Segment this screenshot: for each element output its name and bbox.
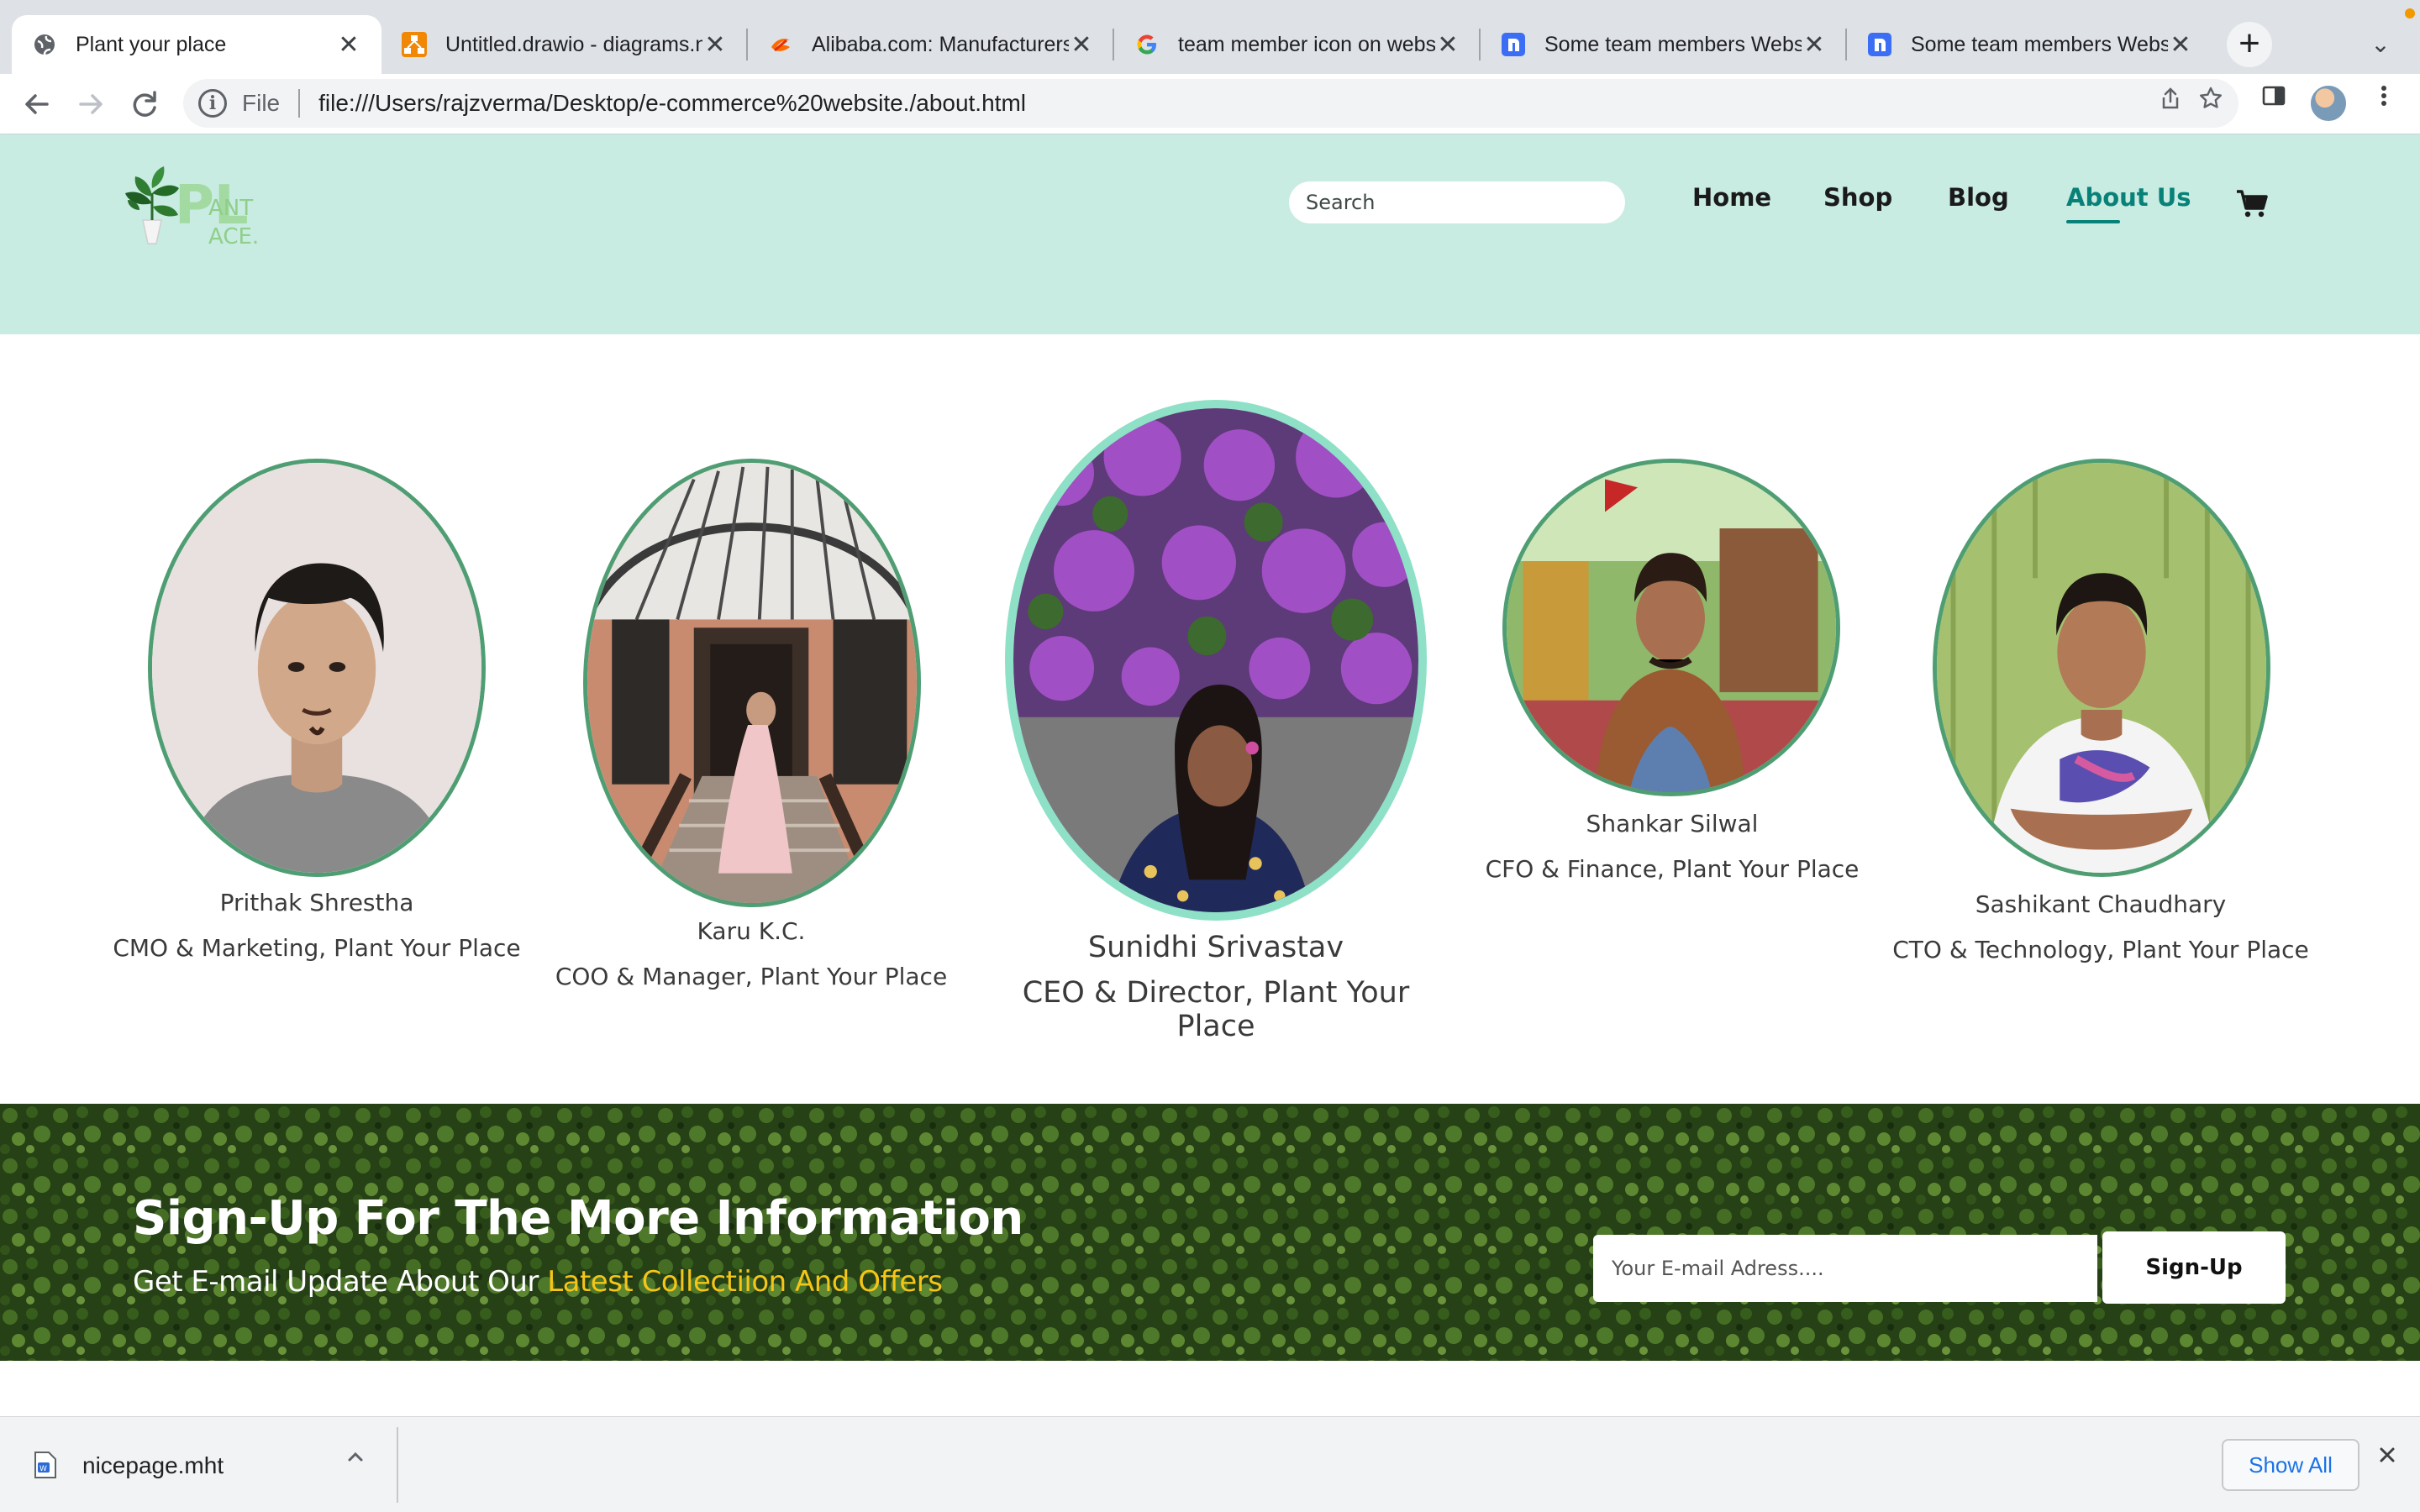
tab-title: Some team members Website [1911, 32, 2168, 56]
signup-button[interactable]: Sign-Up [2102, 1231, 2286, 1304]
team-member-photo [148, 459, 486, 877]
close-icon[interactable]: ✕ [336, 30, 361, 60]
nav-blog[interactable]: Blog [1948, 183, 2009, 212]
download-shelf: W nicepage.mht Show All [0, 1416, 2420, 1512]
team-member-name: Sashikant Chaudhary [1975, 890, 2227, 918]
profile-avatar[interactable] [2309, 84, 2348, 123]
team-member-photo [1502, 459, 1840, 796]
tab-plant-your-place[interactable]: Plant your place ✕ [12, 15, 381, 74]
site-info-icon[interactable]: i [198, 89, 227, 118]
notification-dot [2405, 8, 2415, 18]
nicepage-icon [1867, 32, 1892, 57]
tab-google-search[interactable]: team member icon on website ✕ [1114, 15, 1481, 74]
tab-title: Plant your place [76, 32, 227, 56]
chevron-up-icon[interactable] [345, 1446, 366, 1474]
site-logo[interactable]: PL ANT ACE. [114, 160, 274, 252]
more-menu-icon[interactable] [2371, 82, 2396, 116]
team-member-name: Prithak Shrestha [219, 889, 414, 916]
tab-nicepage-2[interactable]: Some team members Website ✕ [1847, 15, 2213, 74]
site-header: PL ANT ACE. Home Shop Blog About Us [0, 134, 2420, 272]
shopping-cart-icon[interactable] [2235, 186, 2269, 220]
download-file-name[interactable]: nicepage.mht [82, 1452, 224, 1479]
team-member-role: CEO & Director, Plant Your Place [1022, 976, 1410, 1043]
shelf-divider [397, 1427, 398, 1503]
close-icon[interactable] [2375, 1442, 2400, 1475]
browser-toolbar: i File file:///Users/rajzverma/Desktop/e… [0, 74, 2420, 134]
share-icon[interactable] [2158, 86, 2183, 118]
close-icon[interactable]: ✕ [1069, 30, 1094, 60]
reload-icon[interactable] [121, 81, 168, 128]
newsletter-title: Sign-Up For The More Information [133, 1191, 1023, 1246]
nav-home[interactable]: Home [1692, 183, 1771, 212]
globe-icon [32, 32, 57, 57]
new-tab-button[interactable]: + [2227, 22, 2272, 67]
newsletter-highlight: Latest Collectiion And Offers [547, 1265, 943, 1299]
document-file-icon: W [34, 1451, 57, 1479]
email-field[interactable] [1593, 1235, 2097, 1302]
address-url[interactable]: file:///Users/rajzverma/Desktop/e-commer… [318, 90, 1026, 117]
close-icon[interactable]: ✕ [1435, 30, 1460, 60]
newsletter-subtitle-text: Get E-mail Update About Our [133, 1265, 548, 1299]
address-scheme: File [242, 90, 281, 116]
show-all-downloads-button[interactable]: Show All [2222, 1439, 2360, 1491]
tab-title: team member icon on website [1178, 32, 1435, 56]
tab-nicepage-1[interactable]: Some team members Website ✕ [1481, 15, 1847, 74]
team-member-photo [1933, 459, 2270, 877]
side-panel-icon[interactable] [2260, 82, 2287, 116]
tab-title: Alibaba.com: Manufacturers [812, 32, 1069, 56]
nav-about-us[interactable]: About Us [2066, 183, 2191, 212]
address-bar[interactable]: i File file:///Users/rajzverma/Desktop/e… [183, 79, 2238, 128]
tab-drawio[interactable]: Untitled.drawio - diagrams.net ✕ [381, 15, 748, 74]
site-search-input[interactable] [1289, 181, 1625, 223]
nav-shop[interactable]: Shop [1823, 183, 1892, 212]
team-member-name: Karu K.C. [697, 917, 806, 945]
alibaba-icon [768, 32, 793, 57]
bookmark-star-icon[interactable] [2198, 86, 2223, 118]
tab-search-button[interactable]: ⌄ [2360, 24, 2402, 66]
team-member-role: CTO & Technology, Plant Your Place [1892, 936, 2309, 963]
team-member-name: Sunidhi Srivastav [1087, 931, 1344, 964]
team-member-role: COO & Manager, Plant Your Place [555, 963, 948, 990]
tab-title: Some team members Website [1544, 32, 1802, 56]
svg-text:ACE.: ACE. [208, 224, 259, 249]
address-actions [2158, 86, 2223, 118]
newsletter-banner: Sign-Up For The More Information Get E-m… [0, 1104, 2420, 1361]
close-icon[interactable]: ✕ [2168, 30, 2193, 60]
active-nav-underline [2066, 220, 2120, 223]
svg-text:ANT: ANT [208, 196, 253, 221]
team-member-name: Shankar Silwal [1586, 810, 1759, 837]
newsletter-subtitle: Get E-mail Update About Our Latest Colle… [133, 1265, 943, 1299]
back-arrow-icon[interactable] [13, 81, 60, 128]
team-member-role: CMO & Marketing, Plant Your Place [113, 934, 521, 962]
nicepage-icon [1501, 32, 1526, 57]
tab-alibaba[interactable]: Alibaba.com: Manufacturers ✕ [748, 15, 1114, 74]
forward-arrow-icon[interactable] [67, 81, 114, 128]
team-member-photo [583, 459, 921, 907]
google-icon [1134, 32, 1160, 57]
svg-text:W: W [39, 1465, 47, 1473]
hero-band [0, 272, 2420, 334]
close-icon[interactable]: ✕ [1802, 30, 1827, 60]
tab-strip: Plant your place ✕ Untitled.drawio - dia… [0, 0, 2420, 74]
drawio-icon [402, 32, 427, 57]
team-member-role: CFO & Finance, Plant Your Place [1485, 855, 1860, 883]
tab-title: Untitled.drawio - diagrams.net [445, 32, 702, 56]
address-divider [298, 89, 301, 118]
team-member-photo [1005, 400, 1427, 921]
close-icon[interactable]: ✕ [702, 30, 728, 60]
